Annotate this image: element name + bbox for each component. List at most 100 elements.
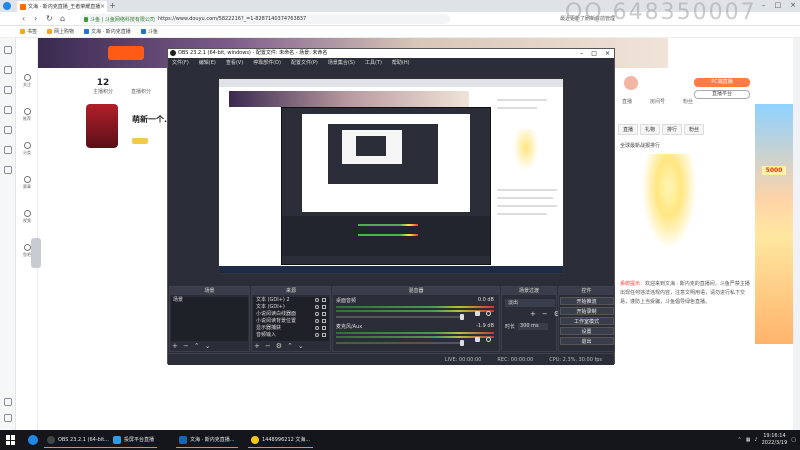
windows-start-icon[interactable] bbox=[6, 435, 16, 445]
maximize-icon[interactable]: □ bbox=[775, 1, 782, 9]
scene-item[interactable]: 场景 bbox=[171, 297, 248, 304]
sidebar-settings-icon[interactable] bbox=[4, 414, 12, 422]
speaker-icon[interactable] bbox=[475, 337, 480, 342]
add-transition-icon[interactable]: + bbox=[530, 310, 536, 318]
maximize-icon[interactable]: □ bbox=[591, 49, 597, 58]
forward-icon[interactable]: › bbox=[34, 14, 37, 23]
menu-tools[interactable]: 工具(T) bbox=[365, 58, 382, 68]
note-icon[interactable] bbox=[4, 106, 12, 114]
speaker-icon[interactable] bbox=[475, 311, 480, 316]
source-item[interactable]: 音频输入 bbox=[253, 332, 329, 339]
visibility-icon[interactable] bbox=[315, 305, 319, 309]
add-scene-icon[interactable]: + bbox=[172, 342, 178, 350]
menu-scene-collection[interactable]: 场景集合(S) bbox=[328, 58, 355, 68]
taskbar-app-qq[interactable]: 1448996212 文海... bbox=[248, 432, 314, 448]
room-tab[interactable]: 礼物 bbox=[640, 124, 661, 135]
menu-edit[interactable]: 编辑(E) bbox=[199, 58, 216, 68]
lock-icon[interactable] bbox=[322, 326, 326, 330]
minimize-icon[interactable]: – bbox=[762, 1, 766, 9]
close-icon[interactable]: × bbox=[605, 49, 610, 58]
gear-icon[interactable] bbox=[486, 311, 491, 316]
reload-icon[interactable]: ↻ bbox=[46, 14, 53, 23]
bookmark-item[interactable]: 书签 bbox=[20, 28, 37, 35]
room-tab[interactable]: 粉丝 bbox=[684, 124, 705, 135]
pc-live-button[interactable]: PC端直播 bbox=[694, 78, 750, 87]
obs-preview[interactable] bbox=[168, 68, 614, 286]
sidebar-add-icon[interactable] bbox=[4, 398, 12, 406]
douyu-logo[interactable] bbox=[108, 46, 144, 60]
back-icon[interactable]: ‹ bbox=[22, 14, 25, 23]
remove-scene-icon[interactable]: − bbox=[183, 342, 189, 350]
mail-icon[interactable] bbox=[4, 146, 12, 154]
visibility-icon[interactable] bbox=[315, 319, 319, 323]
lock-icon[interactable] bbox=[322, 319, 326, 323]
sources-list[interactable]: 文本 (GDI+) 2 文本 (GDI+) 小说阅读白线器面 小说阅读背景位置 … bbox=[253, 297, 329, 341]
move-down-icon[interactable]: ⌄ bbox=[205, 342, 211, 350]
minimize-icon[interactable]: – bbox=[580, 49, 583, 58]
visibility-icon[interactable] bbox=[315, 333, 319, 337]
menu-profile[interactable]: 配置文件(P) bbox=[291, 58, 318, 68]
site-nav-item[interactable]: 推荐 bbox=[16, 108, 38, 122]
history-icon[interactable] bbox=[4, 66, 12, 74]
lock-icon[interactable] bbox=[322, 312, 326, 316]
exit-button[interactable]: 退出 bbox=[559, 337, 614, 345]
move-up-icon[interactable]: ⌃ bbox=[194, 342, 200, 350]
site-nav-item[interactable]: 分类 bbox=[16, 142, 38, 156]
visibility-icon[interactable] bbox=[315, 298, 319, 302]
slider-knob[interactable] bbox=[460, 340, 464, 346]
url-input[interactable]: 斗鱼 | 斗鱼网络科技有限公司 https://www.douyu.com/58… bbox=[80, 14, 450, 24]
volume-slider[interactable] bbox=[336, 314, 464, 320]
remove-transition-icon[interactable]: − bbox=[542, 310, 548, 318]
anchor-card[interactable]: 萌新一个... bbox=[86, 104, 173, 150]
source-item[interactable]: 小说阅读白线器面 bbox=[253, 311, 329, 318]
favorites-icon[interactable] bbox=[4, 46, 12, 54]
remove-source-icon[interactable]: − bbox=[265, 342, 271, 350]
tab-close-icon[interactable]: × bbox=[100, 3, 105, 10]
site-nav-item[interactable]: 关注 bbox=[16, 74, 38, 88]
source-item[interactable]: 显示器捕获 bbox=[253, 325, 329, 332]
move-up-icon[interactable]: ⌃ bbox=[287, 342, 293, 350]
transition-select[interactable]: 淡出 bbox=[505, 299, 555, 307]
network-icon[interactable]: ▦ bbox=[746, 437, 751, 443]
volume-slider[interactable] bbox=[336, 340, 464, 346]
bookmark-item[interactable]: 文海 · 斯内克直播 bbox=[84, 28, 131, 35]
volume-icon[interactable]: ♪ bbox=[754, 437, 757, 443]
start-recording-button[interactable]: 开始录制 bbox=[559, 307, 614, 315]
lock-icon[interactable] bbox=[322, 305, 326, 309]
slider-knob[interactable] bbox=[460, 314, 464, 320]
room-tab[interactable]: 直播 bbox=[618, 124, 639, 135]
bookmark-item[interactable]: 斗鱼 bbox=[140, 28, 158, 35]
edge-icon[interactable] bbox=[28, 435, 38, 445]
obs-titlebar[interactable]: OBS 23.2.1 (64-bit, windows) - 配置文件: 未命名… bbox=[168, 49, 614, 58]
settings-button[interactable]: 设置 bbox=[559, 327, 614, 335]
sidebar-collapse-handle[interactable] bbox=[31, 238, 41, 268]
browser-logo-icon[interactable] bbox=[3, 2, 11, 10]
taskbar-app-platform[interactable]: 投屏平台直播 bbox=[110, 432, 158, 448]
menu-docks[interactable]: 停靠部件(D) bbox=[253, 58, 281, 68]
room-avatar[interactable] bbox=[624, 76, 638, 90]
game-icon[interactable] bbox=[4, 166, 12, 174]
notification-icon[interactable]: ▢ bbox=[791, 437, 796, 443]
taskbar-app-browser[interactable]: 文海 · 斯内克直播... bbox=[176, 432, 238, 448]
scenes-list[interactable]: 场景 bbox=[171, 297, 248, 341]
site-nav-item[interactable]: 视频 bbox=[16, 210, 38, 224]
lock-icon[interactable] bbox=[322, 298, 326, 302]
visibility-icon[interactable] bbox=[315, 326, 319, 330]
new-tab-icon[interactable]: + bbox=[109, 1, 116, 10]
start-streaming-button[interactable]: 开始推流 bbox=[559, 297, 614, 305]
tools-icon[interactable] bbox=[4, 126, 12, 134]
room-tab[interactable]: 排行 bbox=[662, 124, 683, 135]
tray-arrow-icon[interactable]: ⌃ bbox=[737, 437, 741, 443]
visibility-icon[interactable] bbox=[315, 312, 319, 316]
live-platform-button[interactable]: 直播平台 bbox=[694, 90, 750, 99]
clock[interactable]: 19:16:14 2022/3/19 bbox=[762, 433, 788, 447]
taskbar-app-obs[interactable]: OBS 23.2.1 (64-bit... bbox=[44, 432, 112, 448]
lock-icon[interactable] bbox=[322, 333, 326, 337]
studio-mode-button[interactable]: 工作室模式 bbox=[559, 317, 614, 325]
site-nav-item[interactable]: 赛事 bbox=[16, 176, 38, 190]
source-item[interactable]: 文本 (GDI+) bbox=[253, 304, 329, 311]
source-item[interactable]: 小说阅读背景位置 bbox=[253, 318, 329, 325]
add-source-icon[interactable]: + bbox=[254, 342, 260, 350]
gear-icon[interactable] bbox=[486, 337, 491, 342]
menu-view[interactable]: 查看(V) bbox=[226, 58, 243, 68]
